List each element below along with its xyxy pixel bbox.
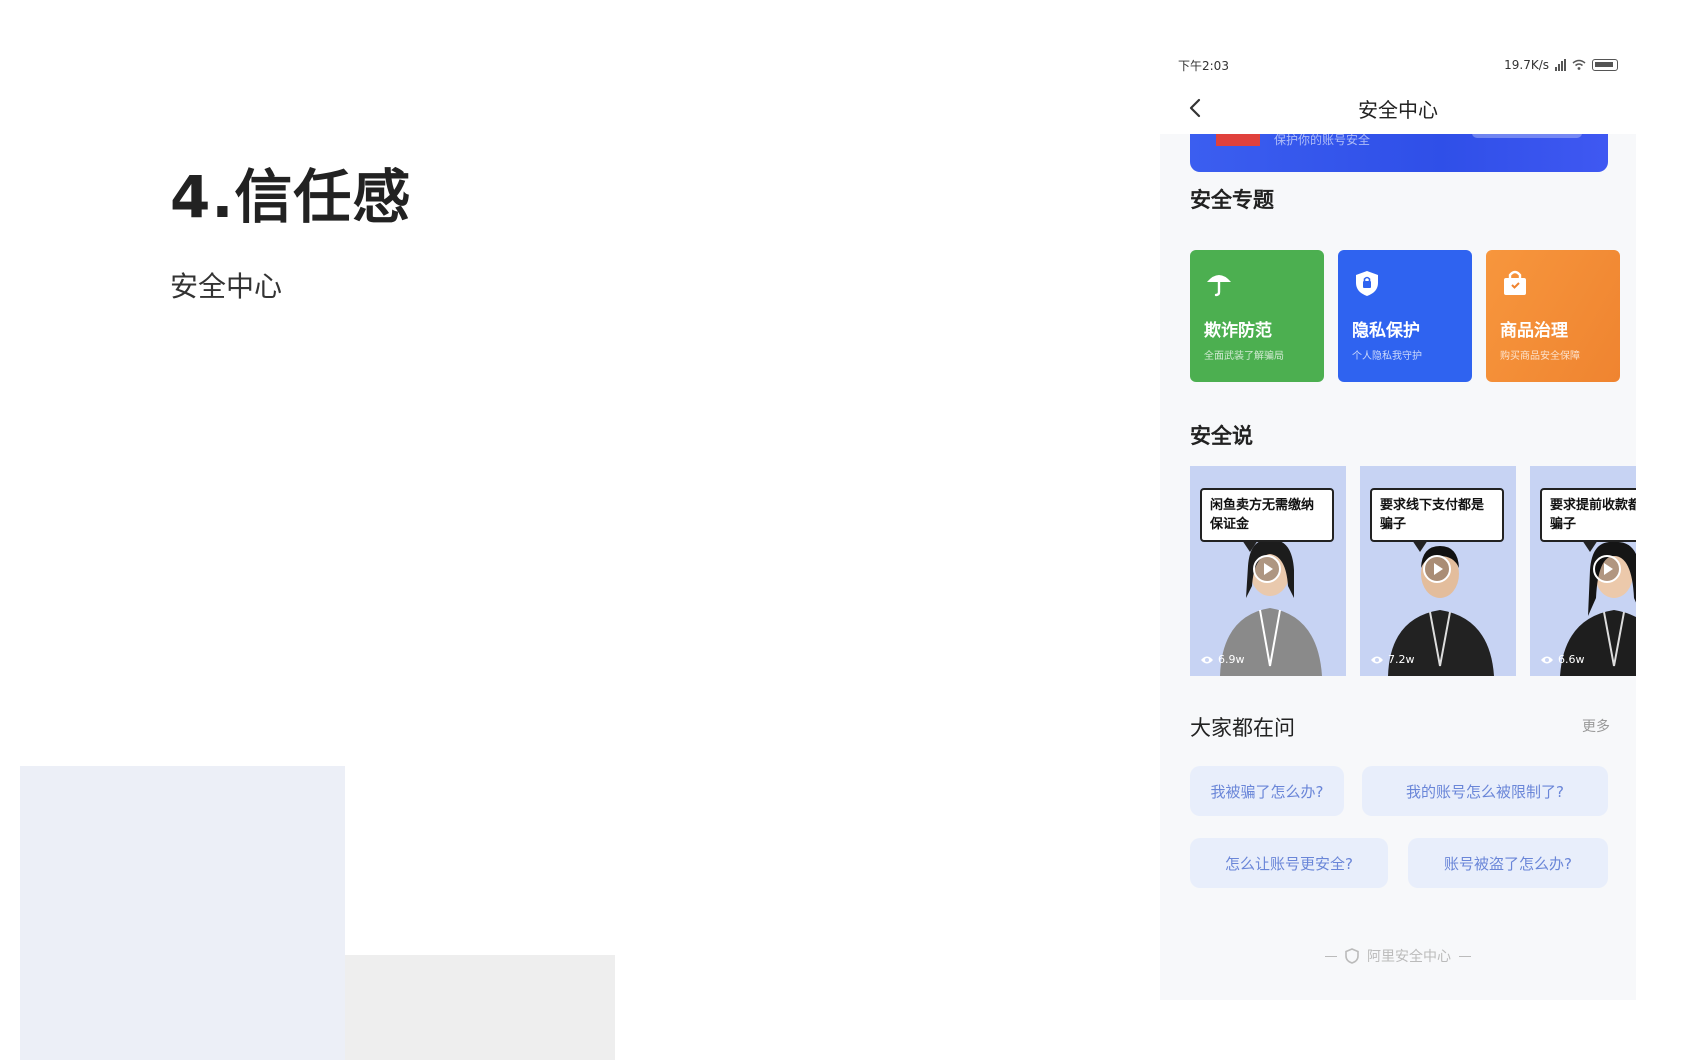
eye-icon [1371,656,1383,663]
footer-text: 阿里安全中心 [1367,949,1451,965]
status-bar: 下午2:03 19.7K/s [1160,48,1636,82]
status-time: 下午2:03 [1178,58,1229,73]
banner-badge [1216,134,1260,146]
eye-icon [1201,656,1213,663]
decorative-block-gray [345,955,615,1060]
footer-divider [1459,955,1471,957]
video-card[interactable]: 要求提前收款都是骗子 6.6w [1530,466,1636,676]
shield-icon [1356,271,1378,296]
topic-name: 欺诈防范 [1204,321,1272,341]
nav-bar: 安全中心 [1160,82,1636,134]
speech-bubble-tail [1582,540,1598,552]
faq-question[interactable]: 账号被盗了怎么办? [1408,838,1608,888]
footer: 阿里安全中心 [1160,946,1636,966]
decorative-block-blue [20,766,345,1060]
view-count-value: 6.9w [1218,653,1245,666]
bag-icon [1504,270,1526,295]
view-count: 6.9w [1200,653,1245,666]
slide-title: 4.信任感 [170,163,412,231]
security-banner[interactable]: 保护你的账号安全 [1190,134,1608,172]
topic-name: 商品治理 [1500,321,1568,341]
topic-card-fraud[interactable]: 欺诈防范 全面武装了解骗局 [1190,250,1324,382]
signal-icon [1555,59,1566,71]
section-title-faq: 大家都在问 [1190,716,1295,740]
video-card[interactable]: 要求线下支付都是骗子 7.2w [1360,466,1516,676]
view-count-value: 6.6w [1558,653,1585,666]
umbrella-icon [1207,275,1231,297]
view-count: 6.6w [1540,653,1585,666]
faq-more-link[interactable]: 更多 [1582,716,1610,736]
nav-title: 安全中心 [1358,97,1438,122]
wifi-icon [1572,59,1586,70]
topic-desc: 购买商品安全保障 [1500,351,1580,362]
shield-logo-icon [1345,948,1359,964]
network-speed: 19.7K/s [1504,58,1549,72]
topic-card-privacy[interactable]: 隐私保护 个人隐私我守护 [1338,250,1472,382]
speech-bubble: 闲鱼卖方无需缴纳保证金 [1200,488,1334,542]
chevron-left-icon[interactable] [1186,96,1206,120]
speech-bubble: 要求提前收款都是骗子 [1540,488,1636,542]
speech-bubble-tail [1242,540,1258,552]
battery-icon [1592,59,1618,71]
section-title-talks: 安全说 [1190,424,1253,448]
view-count: 7.2w [1370,653,1415,666]
faq-question[interactable]: 怎么让账号更安全? [1190,838,1388,888]
slide-canvas: 4.信任感 安全中心 下午2:03 19.7K/s 安全中心 保护你的账号安全 … [0,0,1700,1060]
speech-bubble: 要求线下支付都是骗子 [1370,488,1504,542]
section-title-topics: 安全专题 [1190,188,1274,212]
topic-name: 隐私保护 [1352,321,1420,341]
topic-card-goods[interactable]: 商品治理 购买商品安全保障 [1486,250,1620,382]
faq-question[interactable]: 我的账号怎么被限制了? [1362,766,1608,816]
faq-question[interactable]: 我被骗了怎么办? [1190,766,1344,816]
eye-icon [1541,656,1553,663]
video-card[interactable]: 闲鱼卖方无需缴纳保证金 6.9w [1190,466,1346,676]
phone-screen: 下午2:03 19.7K/s 安全中心 保护你的账号安全 安全专题 欺诈防范 全… [1160,48,1636,1000]
banner-button [1472,134,1582,138]
topic-desc: 全面武装了解骗局 [1204,351,1284,362]
play-icon[interactable] [1422,554,1452,584]
banner-text: 保护你的账号安全 [1274,134,1371,147]
play-icon[interactable] [1252,554,1282,584]
play-icon[interactable] [1592,554,1622,584]
slide-subtitle: 安全中心 [170,270,283,303]
status-icons: 19.7K/s [1504,58,1618,72]
topic-desc: 个人隐私我守护 [1352,351,1422,362]
speech-bubble-tail [1412,540,1428,552]
footer-divider [1325,955,1337,957]
view-count-value: 7.2w [1388,653,1415,666]
